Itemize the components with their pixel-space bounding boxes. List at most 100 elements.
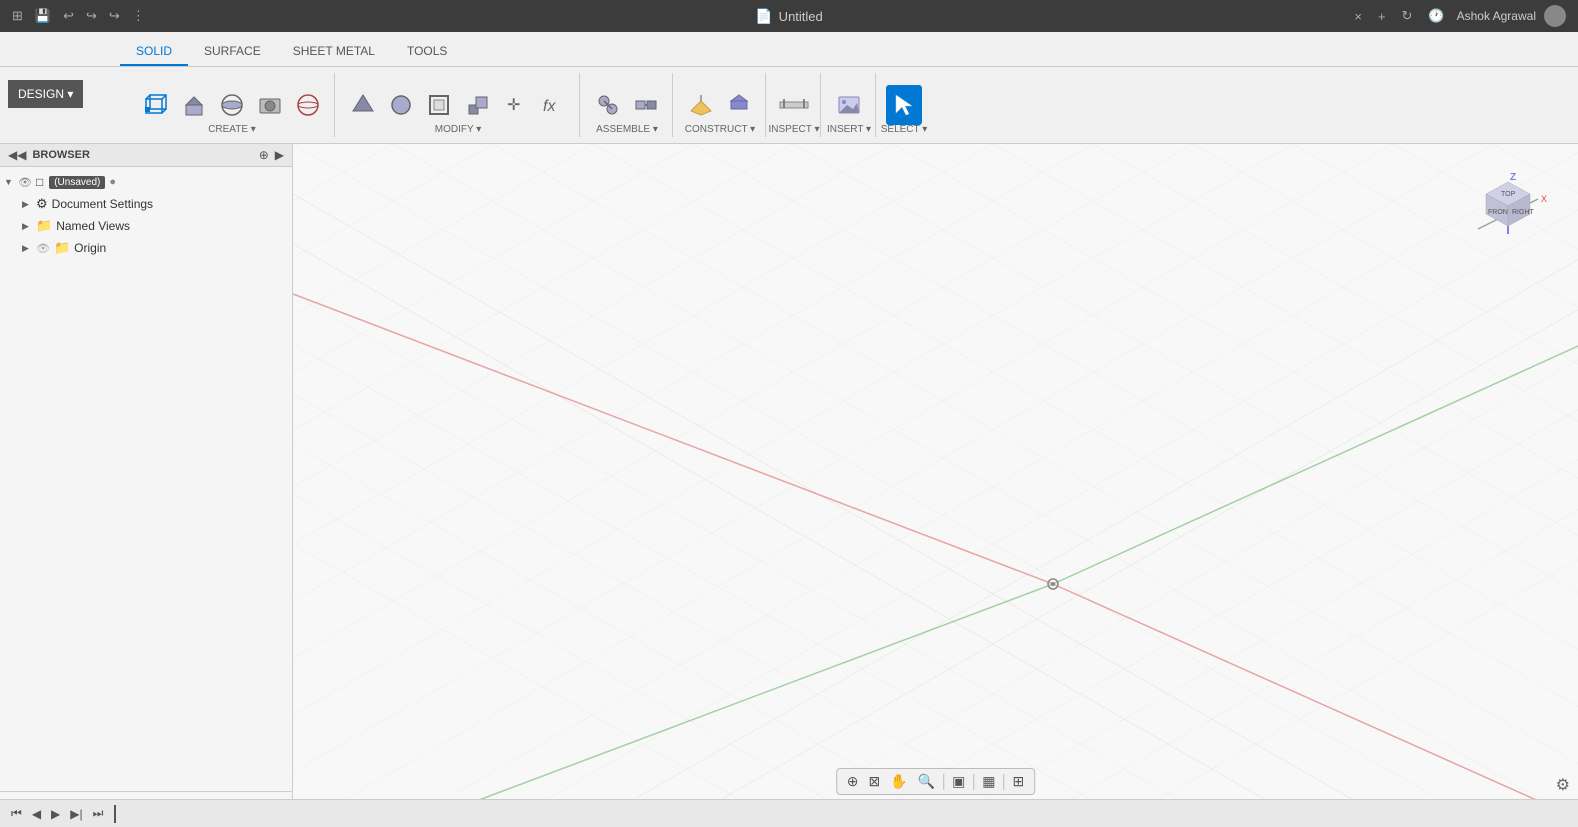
user-avatar (1544, 5, 1566, 27)
clock-button[interactable]: 🕐 (1424, 6, 1448, 26)
inspect-label: INSPECT ▾ (769, 124, 820, 135)
origin-point-inner (1051, 582, 1055, 586)
browser-title: BROWSER (32, 149, 252, 161)
svg-text:Z: Z (1510, 172, 1516, 183)
browser-header: ◀◀ BROWSER ⊕ ▶ (0, 144, 292, 167)
viewport-toolbar: ⊕ ⊠ ✋ 🔍 ▣ ▦ ⊞ (836, 768, 1036, 795)
inspect-measure[interactable] (776, 85, 812, 125)
viewport[interactable]: Z TOP FRONT RIGHT X ⊕ ⊠ ✋ 🔍 (293, 144, 1578, 827)
vp-display-button[interactable]: ▣ (948, 771, 969, 792)
doc-settings-gear-icon: ⚙ (36, 196, 48, 212)
named-views-folder-icon: 📁 (36, 218, 52, 234)
refresh-button[interactable]: ↻ (1398, 6, 1417, 26)
vp-separator-2 (973, 774, 974, 790)
tab-tools[interactable]: TOOLS (391, 38, 463, 66)
create-box-button[interactable] (138, 85, 174, 125)
svg-text:RIGHT: RIGHT (1512, 209, 1535, 216)
create-extrude-button[interactable] (176, 85, 212, 125)
modify-formula[interactable]: fx (535, 85, 571, 125)
title-bar-right: × + ↻ 🕐 Ashok Agrawal (1350, 5, 1578, 27)
assemble-component[interactable] (590, 85, 626, 125)
create-label: CREATE ▾ (208, 124, 256, 135)
save-button[interactable]: 💾 (31, 6, 55, 26)
origin-expand[interactable]: ▶ (22, 243, 36, 254)
timeline-last-button[interactable]: ⏭ (90, 804, 107, 823)
redo-button2[interactable]: ↪ (105, 6, 124, 26)
tree-named-views[interactable]: ▶ 📁 Named Views (0, 215, 292, 237)
main-toolbar: DESIGN ▾ SOLID SURFACE SHEET METAL TOOLS… (0, 32, 1578, 144)
timeline-play-button[interactable]: ▶ (48, 805, 63, 823)
timeline-marker (114, 805, 116, 823)
close-tab-button[interactable]: × (1350, 7, 1366, 26)
redo-button[interactable]: ↪ (82, 6, 101, 26)
root-expand-arrow[interactable]: ▼ (4, 177, 18, 187)
construct-axis[interactable] (721, 85, 757, 125)
insert-image[interactable] (831, 85, 867, 125)
document-title: Untitled (779, 9, 823, 24)
root-doc-icon: □ (36, 175, 43, 189)
doc-settings-expand[interactable]: ▶ (22, 199, 36, 210)
vp-pan-button[interactable]: ✋ (886, 771, 911, 792)
tree-origin[interactable]: ▶ 👁 📁 Origin (0, 237, 292, 259)
browser-options-button[interactable]: ▶ (275, 148, 284, 162)
modify-fillet[interactable] (383, 85, 419, 125)
modify-move[interactable]: ✛ (497, 85, 533, 125)
vp-more-button[interactable]: ⊞ (1009, 771, 1029, 792)
construct-plane[interactable] (683, 85, 719, 125)
inspect-group: INSPECT ▾ (768, 73, 821, 137)
named-views-label: Named Views (56, 219, 130, 233)
timeline-prev-button[interactable]: ◀ (29, 805, 44, 823)
app-body: ◀◀ BROWSER ⊕ ▶ ▼ 👁 □ (Unsaved) ● ▶ ⚙ Doc… (0, 144, 1578, 827)
toolbar-icons: CREATE ▾ ✛ fx MODIFY ▾ (0, 67, 1578, 143)
modify-scale[interactable] (459, 85, 495, 125)
insert-group: INSERT ▾ (823, 73, 876, 137)
settings-button[interactable]: ⚙ (1556, 775, 1570, 795)
new-tab-button[interactable]: + (1374, 7, 1390, 26)
construct-label: CONSTRUCT ▾ (685, 124, 755, 135)
grid-lines-v (293, 144, 1578, 827)
design-button[interactable]: DESIGN ▾ (8, 80, 83, 108)
named-views-expand[interactable]: ▶ (22, 221, 36, 232)
create-hole-button[interactable] (252, 85, 288, 125)
app-menu-button[interactable]: ⊞ (8, 6, 27, 26)
modify-shell[interactable] (421, 85, 457, 125)
root-eye-icon[interactable]: ● (109, 176, 116, 188)
create-revolve-button[interactable] (214, 85, 250, 125)
select-button[interactable] (886, 85, 922, 125)
red-axis (293, 294, 1053, 584)
vp-grid-button[interactable]: ▦ (978, 771, 999, 792)
user-name: Ashok Agrawal (1457, 9, 1536, 23)
tab-surface[interactable]: SURFACE (188, 38, 277, 66)
vp-zoom-button[interactable]: 🔍 (914, 771, 939, 792)
viewport-grid (293, 144, 1578, 827)
undo-button[interactable]: ↩ (59, 6, 78, 26)
tab-sheet-metal[interactable]: SHEET METAL (277, 38, 391, 66)
browser-collapse-button[interactable]: ◀◀ (8, 148, 26, 162)
red-axis-2 (1053, 584, 1578, 827)
select-group: SELECT ▾ (878, 73, 930, 137)
browser-add-button[interactable]: ⊕ (259, 148, 269, 162)
origin-visibility-icon[interactable]: 👁 (36, 242, 50, 255)
assemble-joint[interactable] (628, 85, 664, 125)
toolbar-tabs: SOLID SURFACE SHEET METAL TOOLS (0, 32, 1578, 67)
origin-label: Origin (74, 241, 106, 255)
create-sphere-button[interactable] (290, 85, 326, 125)
assemble-group: ASSEMBLE ▾ (582, 73, 673, 137)
modify-press-pull[interactable] (345, 85, 381, 125)
vp-look-at-button[interactable]: ⊠ (864, 771, 884, 792)
timeline-next-button[interactable]: ▶| (67, 805, 85, 823)
select-label: SELECT ▾ (881, 124, 928, 135)
root-visibility-icon[interactable]: 👁 (18, 176, 32, 189)
create-group: CREATE ▾ (130, 73, 335, 137)
tree-root-item[interactable]: ▼ 👁 □ (Unsaved) ● (0, 171, 292, 193)
timeline-first-button[interactable]: ⏮ (8, 804, 25, 823)
title-bar-left: ⊞ 💾 ↩ ↪ ↪ ⋮ (0, 6, 149, 26)
view-cube[interactable]: Z TOP FRONT RIGHT X (1468, 164, 1548, 244)
svg-text:fx: fx (543, 98, 556, 115)
title-bar: ⊞ 💾 ↩ ↪ ↪ ⋮ 📄 Untitled × + ↻ 🕐 Ashok Agr… (0, 0, 1578, 32)
modify-group: ✛ fx MODIFY ▾ (337, 73, 580, 137)
options-button[interactable]: ⋮ (128, 6, 149, 26)
vp-orbit-button[interactable]: ⊕ (843, 771, 863, 792)
tree-doc-settings[interactable]: ▶ ⚙ Document Settings (0, 193, 292, 215)
tab-solid[interactable]: SOLID (120, 38, 188, 66)
